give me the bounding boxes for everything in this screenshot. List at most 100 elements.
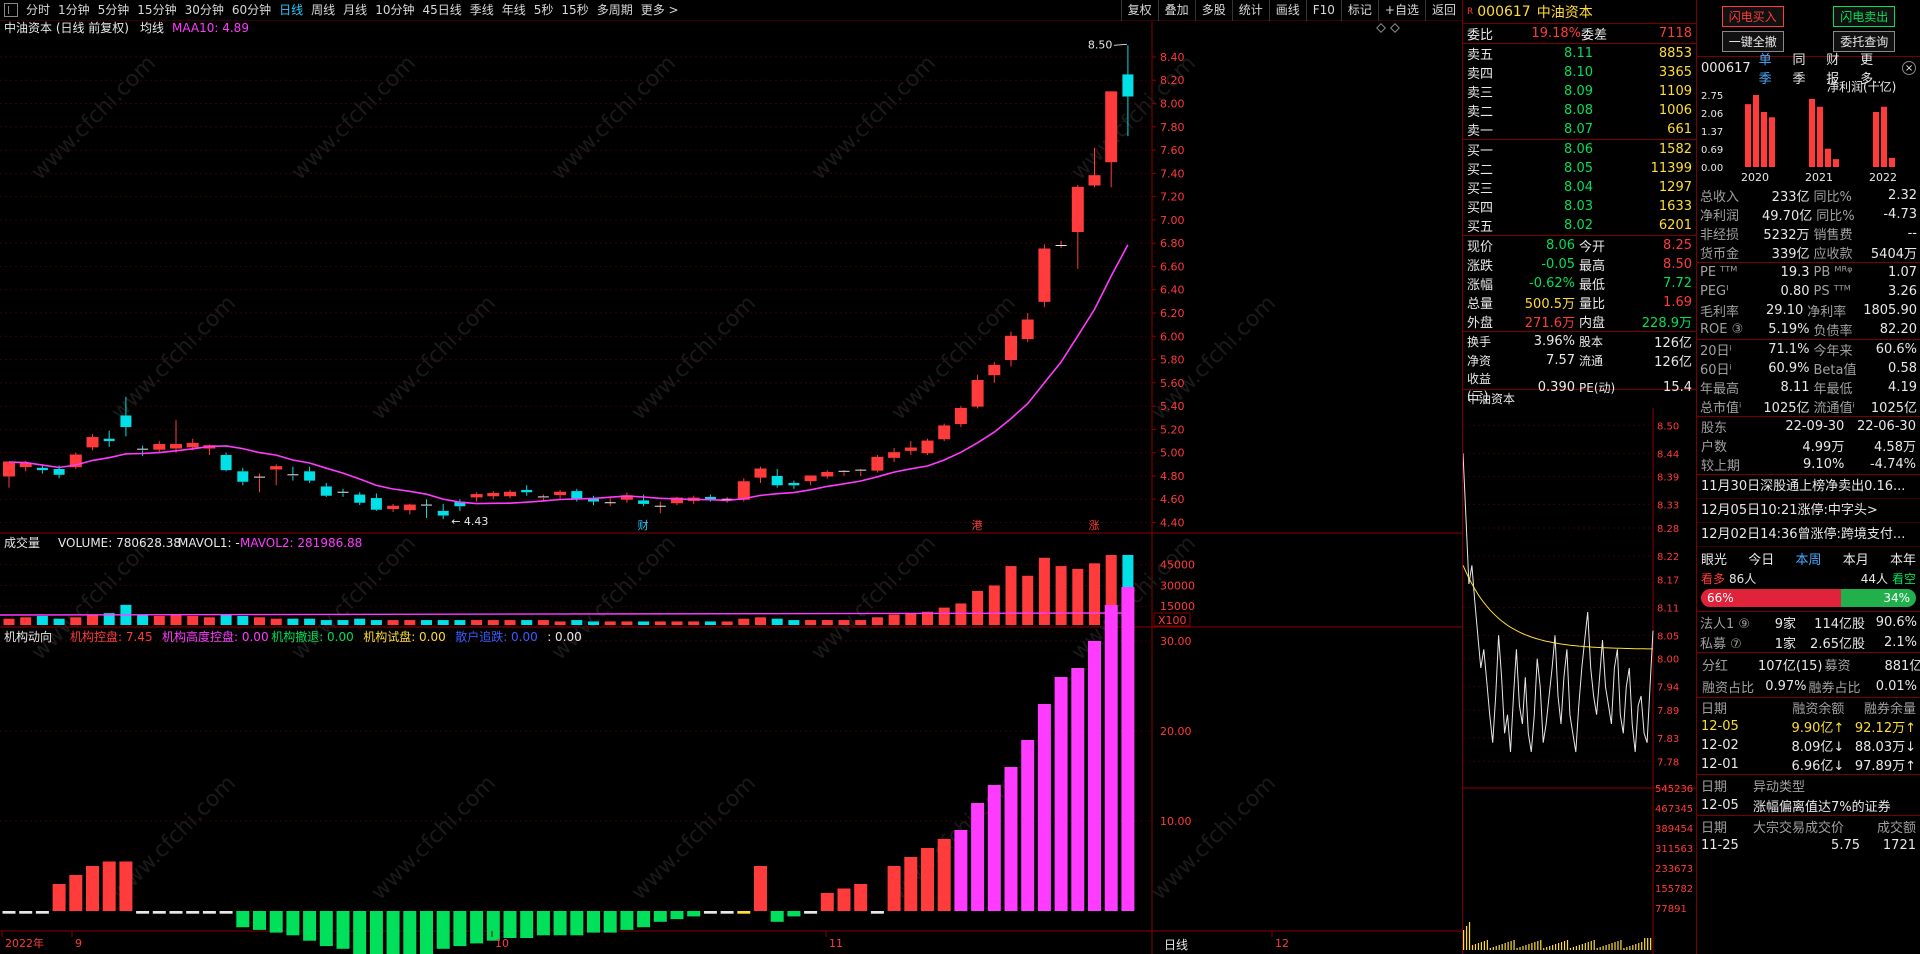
candle[interactable] [69,452,82,469]
ask-row[interactable]: 卖三 8.09 1109 [1463,82,1696,101]
inst-bar [904,857,918,911]
period-tab[interactable]: 周线 [307,0,339,21]
mini-vol-bar [1644,938,1646,950]
intraday-price-line [1462,453,1654,753]
period-tab[interactable]: 日线 [275,0,307,21]
stat-value: 7.72 [1663,276,1692,291]
block-head: 大宗交易成交价 [1753,820,1845,836]
ma-label: 均线 [140,21,164,35]
mini-vol-bar [1513,940,1515,950]
flash-buy-button[interactable]: 闪电买入 [1721,6,1784,27]
mini-vol-bar [1516,948,1518,950]
ask-row[interactable]: 卖五 8.11 8853 [1463,44,1696,63]
ask-row[interactable]: 卖一 8.07 661 [1463,120,1696,139]
bid-row[interactable]: 买四 8.03 1633 [1463,197,1696,216]
period-tab[interactable]: 45日线 [418,0,465,21]
tool-button[interactable]: F10 [1305,0,1341,21]
period-tab[interactable]: 30分钟 [181,0,228,21]
candle[interactable] [921,438,934,456]
mini-vol-bar [1489,948,1491,950]
stat-label: 涨幅 [1467,278,1494,293]
period-tab[interactable]: 5分钟 [94,0,134,21]
inst-bar [536,911,550,936]
profit-tick: 0.00 [1701,163,1723,174]
period-tab[interactable]: 年线 [498,0,530,21]
date-label: 11 [829,937,843,950]
tool-button[interactable]: 标记 [1340,0,1378,21]
price-tick: 4.40 [1160,517,1185,530]
profit-tick: 1.37 [1701,127,1723,138]
mini-vol-bar [1584,943,1586,950]
period-tab[interactable]: 分时 [22,0,54,21]
share-label: 换手 [1467,335,1492,349]
period-tab[interactable]: 更多 > [637,0,683,21]
tool-button[interactable]: 返回 [1424,0,1462,21]
candle[interactable] [871,455,884,473]
f10-tab[interactable]: 000617 [1701,61,1751,76]
bid-row[interactable]: 买一 8.06 1582 [1463,140,1696,159]
period-tab[interactable]: 季线 [466,0,498,21]
news-item[interactable]: 11月30日深股通上榜净卖出0.16... [1697,475,1920,499]
dividend-label: 融资占比 [1702,680,1755,696]
inst-label: 机构高度控盘: 0.00 [162,629,269,644]
tool-button[interactable]: 多股 [1194,0,1232,21]
mini-vol-bar [1463,930,1465,950]
inst-bar [420,911,433,954]
bid-book: 买一 8.06 1582 买二 8.05 11399 买三 8.04 1297 买四 8.03 163… [1463,140,1696,236]
holder-value: -4.74% [1869,457,1916,472]
volume-value: VOLUME: 780628.38 [58,536,181,550]
chart-area[interactable]: www.cfchi.com www.cfchi.com www.cfchi.com w… [0,20,1462,954]
tool-button[interactable]: 画线 [1268,0,1306,21]
ask-row[interactable]: 卖四 8.10 3365 [1463,63,1696,82]
sentiment-tab[interactable]: 本月 [1843,549,1869,568]
ask-row[interactable]: 卖二 8.08 1006 [1463,101,1696,120]
bid-row[interactable]: 买五 8.02 6201 [1463,216,1696,235]
period-tab[interactable]: 60分钟 [228,0,275,21]
short-balance: 88.03万↓ [1854,740,1916,755]
kline-charts[interactable]: www.cfchi.com www.cfchi.com www.cfchi.com w… [0,20,1462,954]
mini-vol-bar [1558,943,1560,950]
bid-price: 8.03 [1564,199,1593,214]
period-tab[interactable]: 5秒 [530,0,558,21]
period-tab[interactable]: 15分钟 [133,0,180,21]
period-tab[interactable]: 1分钟 [54,0,94,21]
panel-toggle-icon[interactable] [4,3,18,17]
fin-row: ROE ③ 5.19% 负债率 82.20 [1697,320,1920,339]
profit-bar [1889,157,1895,167]
sentiment-tab[interactable]: 今日 [1748,549,1774,568]
sentiment-tab[interactable]: 本周 [1795,549,1821,568]
inst-bar [219,911,233,914]
intraday-mini-chart[interactable]: 8.50 8.44 8.39 8.33 8.28 8.22 8.17 8.11 8.05 8.00… [1462,408,1696,954]
news-item[interactable]: 12月05日10:21涨停:中字头> [1697,499,1920,523]
candle[interactable] [954,406,967,428]
bid-row[interactable]: 买三 8.04 1297 [1463,178,1696,197]
period-tab[interactable]: 10分钟 [371,0,418,21]
share-stats: 换手 3.96% 股本 126亿 净资 7.57 流通 126亿 收益(三) 0.390 PE(动)… [1463,332,1696,403]
fin-label: 20日ⁱ [1700,344,1732,359]
mini-vol-bar [1623,948,1625,950]
period-tab[interactable]: 月线 [339,0,371,21]
volume-bar [20,617,32,625]
close-icon[interactable]: × [1902,61,1916,75]
tool-button[interactable]: 叠加 [1157,0,1195,21]
period-tab[interactable]: 15秒 [557,0,592,21]
news-item[interactable]: 12月02日14:36曾涨停:跨境支付... [1697,523,1920,547]
holder-value: 22-09-30 [1785,419,1845,434]
volume-bar [955,603,967,625]
fin-row: 60日ⁱ 60.9% Beta值 0.58 [1697,359,1920,378]
bid-row[interactable]: 买二 8.05 11399 [1463,159,1696,178]
candle[interactable] [220,452,232,472]
flash-sell-button[interactable]: 闪电卖出 [1833,6,1896,27]
stat-value: -0.62% [1529,276,1575,291]
candle[interactable] [1038,244,1051,308]
candle[interactable] [938,423,951,442]
mini-vol-bar [1572,947,1575,950]
tool-button[interactable]: 统计 [1231,0,1269,21]
sentiment-tab[interactable]: 本年 [1890,549,1916,568]
weibi-label: 委比 [1467,28,1494,43]
tool-button[interactable]: +自选 [1377,0,1425,21]
tool-button[interactable]: 复权 [1120,0,1158,21]
volume-bar [905,613,917,625]
low-label: ← 4.43 [451,515,488,528]
period-tab[interactable]: 多周期 [593,0,637,21]
